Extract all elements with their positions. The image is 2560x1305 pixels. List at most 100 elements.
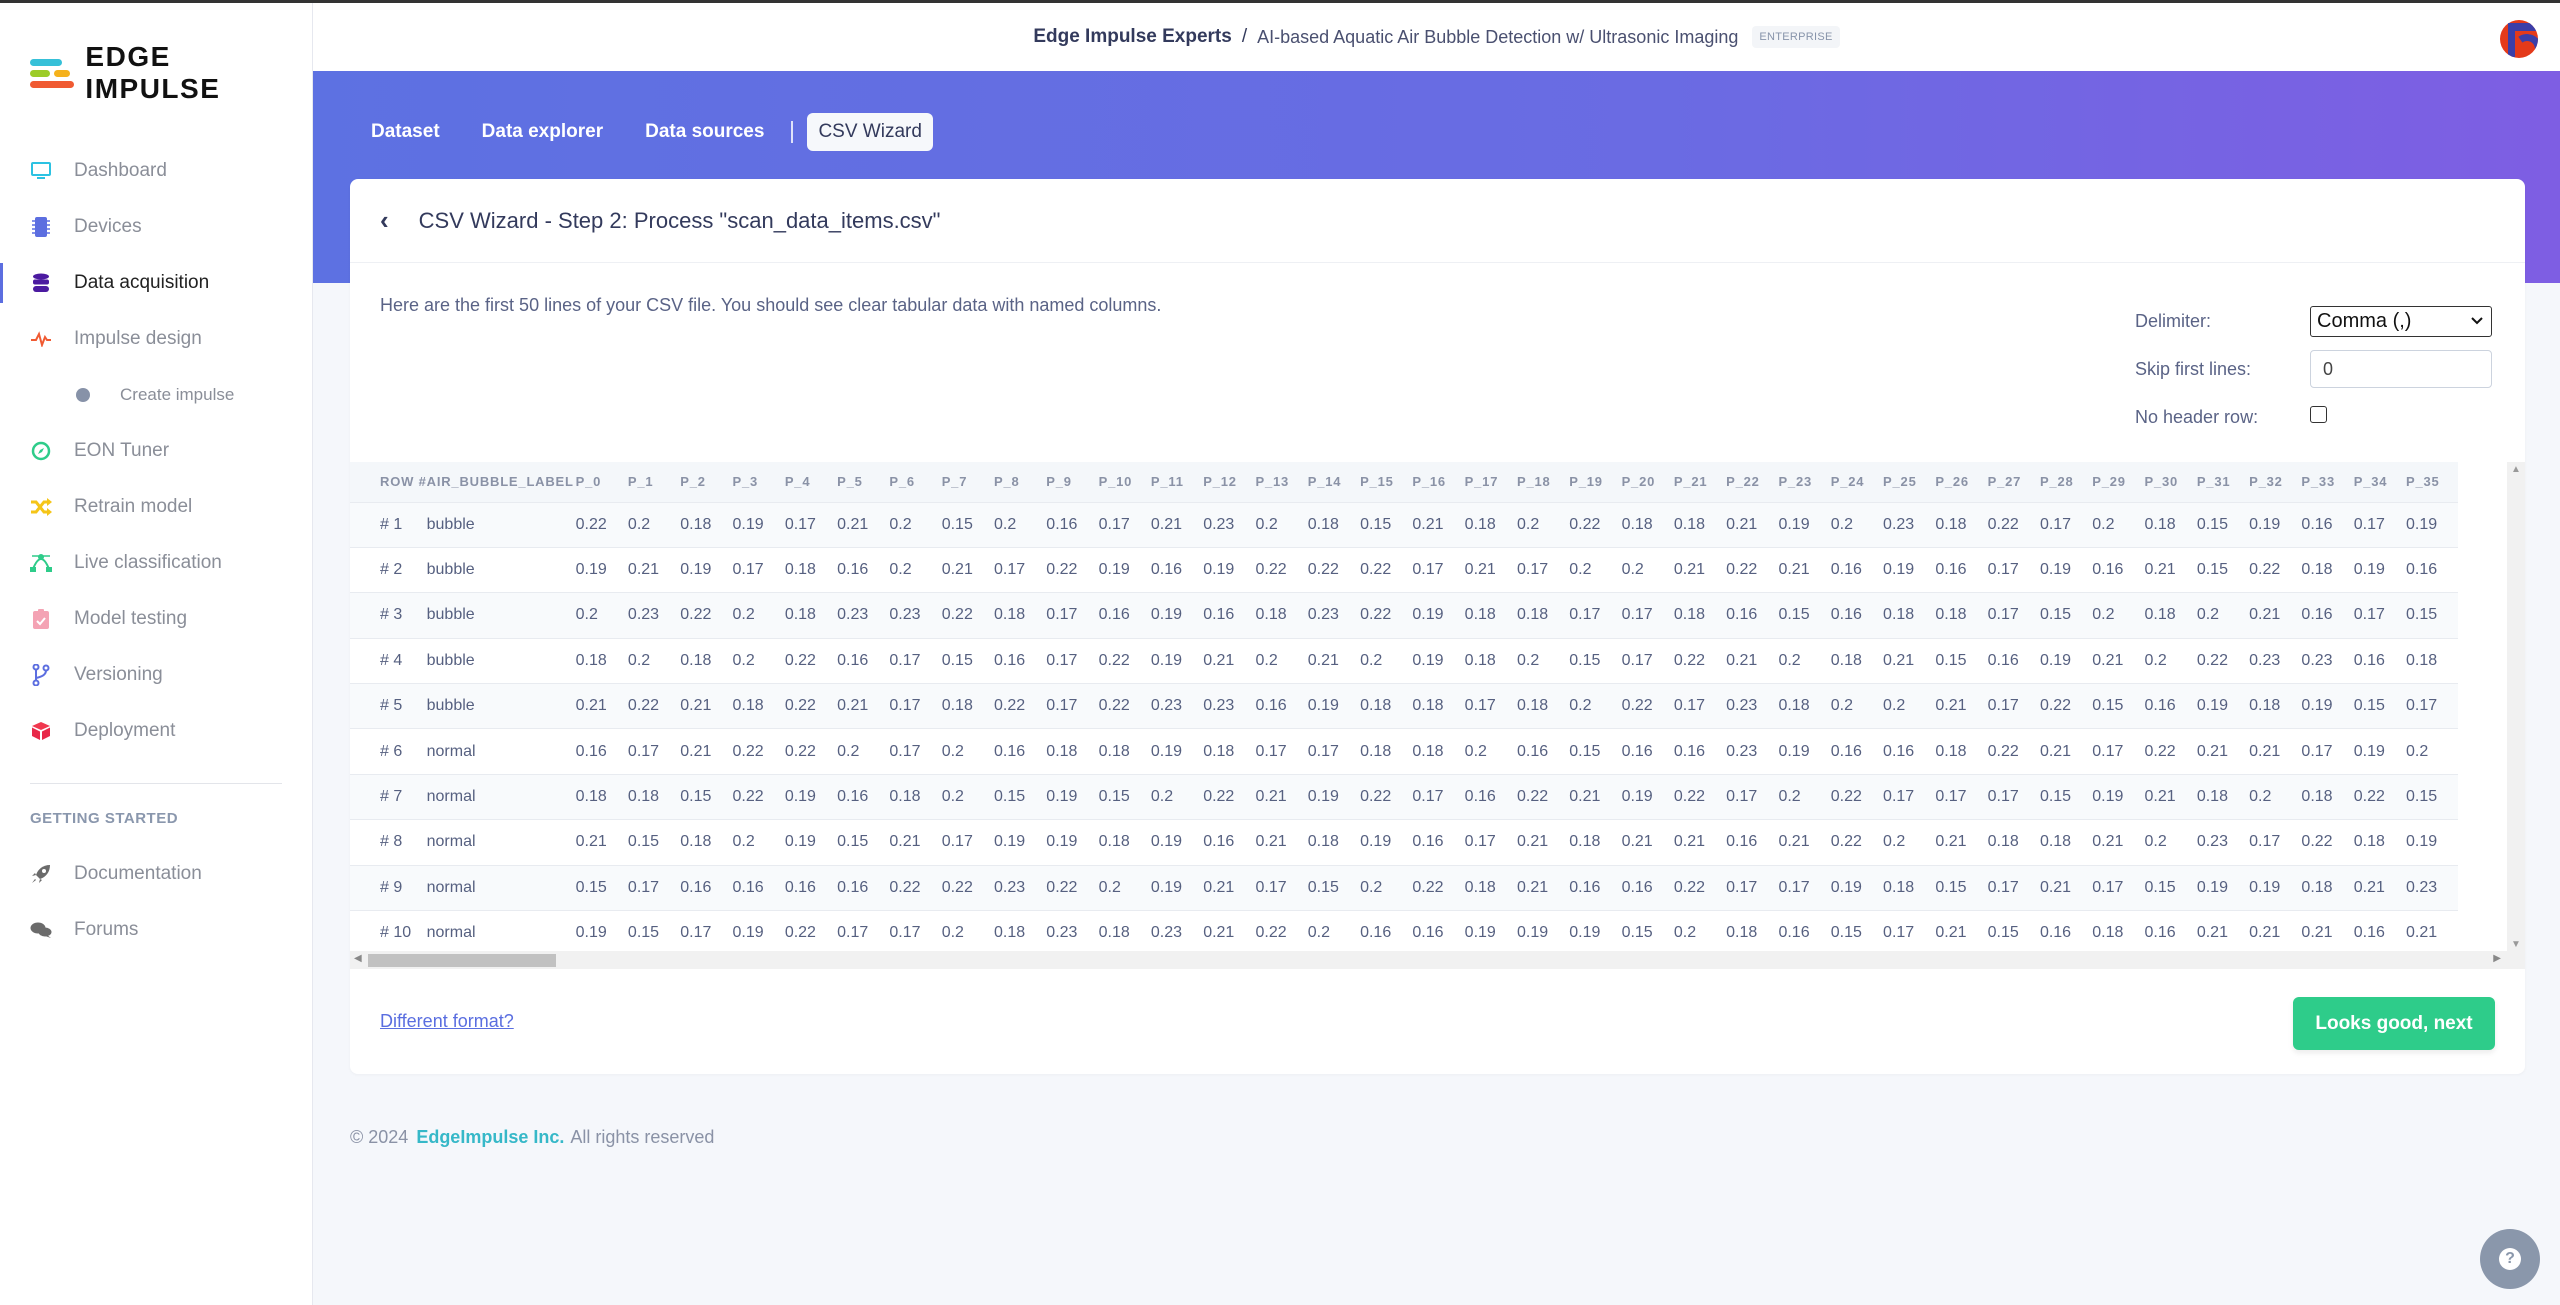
value-cell: 0.17 xyxy=(1046,592,1099,639)
value-cell: 0.22 xyxy=(1307,546,1361,593)
horizontal-scrollbar[interactable]: ◀ ▶ xyxy=(350,951,2525,969)
value-cell: 0.17 xyxy=(889,728,942,775)
value-cell: 0.21 xyxy=(680,683,733,729)
value-cell: 0.17 xyxy=(732,546,785,593)
value-cell: 0.23 xyxy=(837,592,890,639)
edge-impulse-logo[interactable]: EDGE IMPULSE xyxy=(30,41,312,105)
chevron-down-icon xyxy=(2471,317,2483,325)
value-cell: 0.22 xyxy=(1516,773,1570,820)
scrollbar-thumb[interactable] xyxy=(368,954,556,967)
value-cell: 0.18 xyxy=(1935,592,1988,639)
value-cell: 0.15 xyxy=(2092,683,2145,729)
column-header: P_13 xyxy=(1255,462,1308,502)
value-cell: 0.22 xyxy=(732,773,785,820)
value-cell: 0.2 xyxy=(1516,637,1570,684)
value-cell: 0.19 xyxy=(1778,501,1831,548)
sidebar-nav: Dashboard Devices Data acquisition Impul… xyxy=(0,143,312,958)
value-cell: 0.21 xyxy=(1464,546,1517,593)
value-cell: 0.15 xyxy=(994,773,1047,820)
value-cell: 0.16 xyxy=(994,728,1047,775)
value-cell: 0.22 xyxy=(1830,819,1884,866)
value-cell: 0.17 xyxy=(2092,728,2145,775)
value-cell: 0.17 xyxy=(1935,773,1988,820)
value-cell: 0.19 xyxy=(1883,546,1936,593)
value-cell: 0.2 xyxy=(2092,501,2145,548)
skip-lines-input[interactable]: 0 xyxy=(2310,350,2492,388)
column-header: P_7 xyxy=(941,462,994,502)
sidebar-item-eon-tuner[interactable]: EON Tuner xyxy=(0,423,312,479)
help-button[interactable]: ? xyxy=(2480,1229,2540,1289)
value-cell: 0.19 xyxy=(1203,546,1256,593)
user-avatar[interactable] xyxy=(2500,20,2538,58)
value-cell: 0.15 xyxy=(680,773,733,820)
column-header: P_18 xyxy=(1516,462,1570,502)
value-cell: 0.15 xyxy=(1935,637,1988,684)
sidebar-item-deployment[interactable]: Deployment xyxy=(0,703,312,759)
sidebar-item-forums[interactable]: Forums xyxy=(0,902,312,958)
value-cell: 0.18 xyxy=(1883,592,1936,639)
scroll-right-icon[interactable]: ▶ xyxy=(2493,953,2501,964)
column-header: P_14 xyxy=(1307,462,1361,502)
sidebar-item-impulse-design[interactable]: Impulse design xyxy=(0,311,312,367)
sidebar-item-retrain-model[interactable]: Retrain model xyxy=(0,479,312,535)
tab-csv-wizard[interactable]: CSV Wizard xyxy=(807,113,933,151)
value-cell: 0.16 xyxy=(2039,910,2093,956)
value-cell: 0.17 xyxy=(2039,501,2093,548)
company-link[interactable]: EdgeImpulse Inc. xyxy=(416,1127,564,1147)
column-header: P_16 xyxy=(1412,462,1465,502)
value-cell: 0.23 xyxy=(1307,592,1361,639)
scroll-left-icon[interactable]: ◀ xyxy=(354,953,362,964)
different-format-link[interactable]: Different format? xyxy=(380,1011,514,1032)
sidebar-item-documentation[interactable]: Documentation xyxy=(0,846,312,902)
sidebar-item-create-impulse[interactable]: Create impulse xyxy=(0,367,312,423)
value-cell: 0.22 xyxy=(1987,728,2040,775)
sidebar-item-versioning[interactable]: Versioning xyxy=(0,647,312,703)
label-cell: bubble xyxy=(426,683,576,729)
value-cell: 0.17 xyxy=(1726,864,1779,911)
value-cell: 0.19 xyxy=(575,910,628,956)
value-cell: 0.19 xyxy=(1150,728,1204,775)
value-cell: 0.15 xyxy=(1307,864,1361,911)
scroll-up-icon[interactable]: ▲ xyxy=(2511,464,2521,475)
value-cell: 0.22 xyxy=(2249,546,2302,593)
value-cell: 0.21 xyxy=(1203,910,1256,956)
sidebar-item-devices[interactable]: Devices xyxy=(0,199,312,255)
value-cell: 0.17 xyxy=(1255,728,1308,775)
no-header-checkbox[interactable] xyxy=(2310,405,2327,423)
delimiter-select[interactable]: Comma (,) xyxy=(2310,305,2492,337)
column-header: P_5 xyxy=(837,462,890,502)
sidebar-item-model-testing[interactable]: Model testing xyxy=(0,591,312,647)
sidebar-item-dashboard[interactable]: Dashboard xyxy=(0,143,312,199)
column-header: P_21 xyxy=(1673,462,1727,502)
column-header: P_20 xyxy=(1621,462,1674,502)
card-title: CSV Wizard - Step 2: Process "scan_data_… xyxy=(418,207,941,233)
row-number-cell: # 3 xyxy=(350,592,427,639)
value-cell: 0.19 xyxy=(784,819,838,866)
column-header: P_4 xyxy=(784,462,838,502)
value-cell: 0.18 xyxy=(1778,683,1831,729)
value-cell: 0.15 xyxy=(2144,864,2197,911)
value-cell: 0.22 xyxy=(784,910,838,956)
column-header: P_25 xyxy=(1883,462,1936,502)
breadcrumb-organization[interactable]: Edge Impulse Experts xyxy=(1033,26,1232,48)
value-cell: 0.17 xyxy=(2353,592,2407,639)
value-cell: 0.21 xyxy=(2092,637,2145,684)
sidebar-item-data-acquisition[interactable]: Data acquisition xyxy=(0,255,312,311)
csv-preview-table-container[interactable]: ROW # AIR_BUBBLE_LABEL P_0 P_1 P_2 P_3 P_4 P_5 P… xyxy=(350,462,2525,972)
sidebar-item-live-classification[interactable]: Live classification xyxy=(0,535,312,591)
scroll-down-icon[interactable]: ▼ xyxy=(2511,939,2521,950)
value-cell: 0.16 xyxy=(1360,910,1413,956)
chip-icon xyxy=(30,216,52,238)
value-cell: 0.2 xyxy=(941,910,994,956)
breadcrumb-project[interactable]: AI-based Aquatic Air Bubble Detection w/… xyxy=(1257,27,1738,48)
vertical-scrollbar[interactable]: ▲ ▼ xyxy=(2507,462,2525,952)
tab-dataset[interactable]: Dataset xyxy=(360,113,451,151)
tab-data-explorer[interactable]: Data explorer xyxy=(471,113,614,151)
looks-good-next-button[interactable]: Looks good, next xyxy=(2293,997,2495,1050)
back-chevron-icon[interactable]: ‹ xyxy=(380,205,389,236)
tab-data-sources[interactable]: Data sources xyxy=(634,113,775,151)
column-header: P_1 xyxy=(627,462,681,502)
value-cell: 0.19 xyxy=(575,546,628,593)
value-cell: 0.15 xyxy=(941,501,994,548)
value-cell: 0.16 xyxy=(994,637,1047,684)
